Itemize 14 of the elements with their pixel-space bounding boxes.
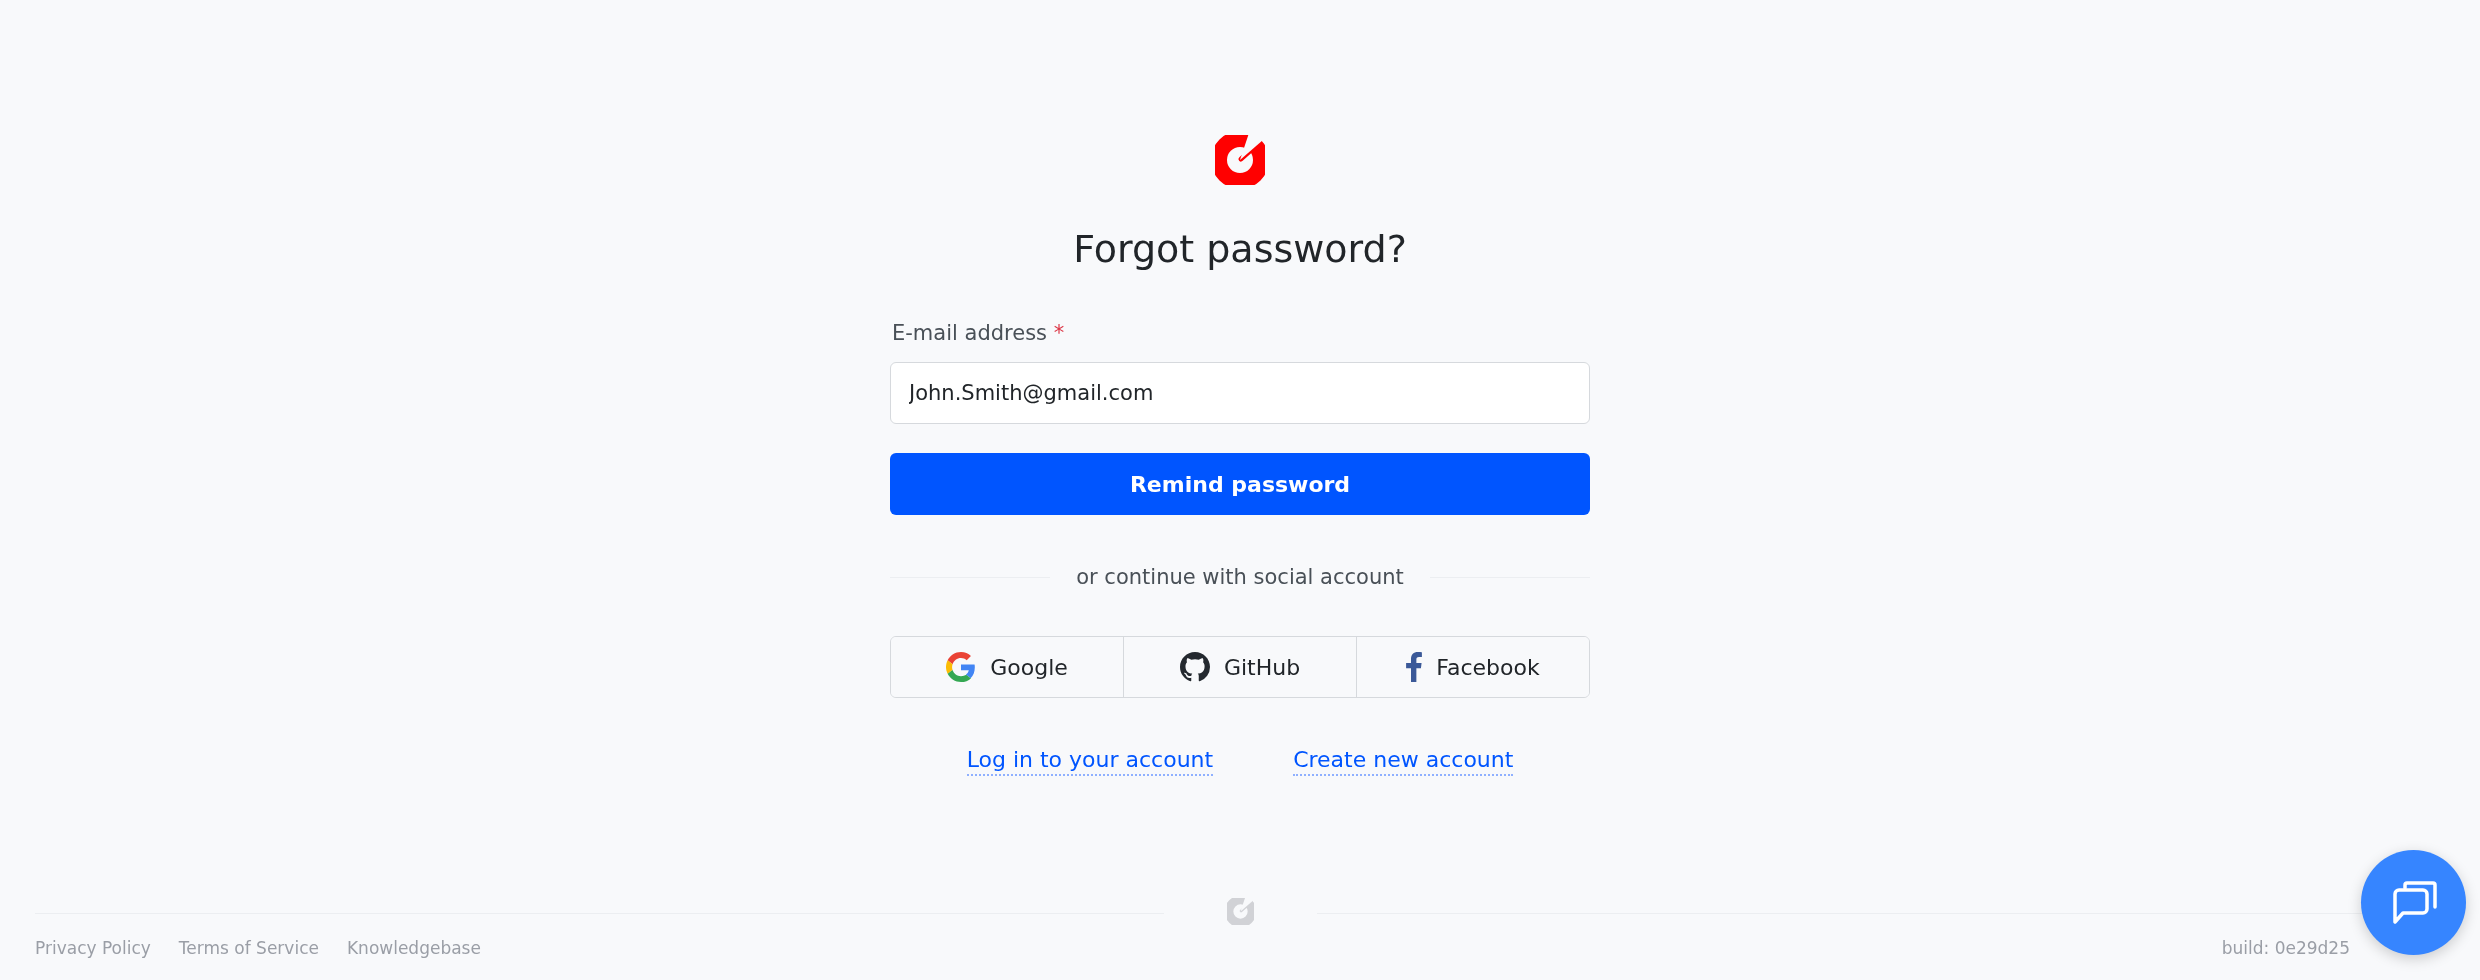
social-login-button[interactable]: Facebook xyxy=(1356,637,1589,697)
chat-icon xyxy=(2390,880,2437,925)
divider-text: or continue with social account xyxy=(1076,564,1404,591)
account-link[interactable]: Log in to your account xyxy=(966,746,1214,776)
facebook-icon xyxy=(1406,652,1423,682)
account-link[interactable]: Create new account xyxy=(1293,746,1514,776)
page-title: Forgot password? xyxy=(1072,226,1408,273)
github-icon xyxy=(1179,652,1210,682)
google-icon xyxy=(946,652,977,682)
required-mark: * xyxy=(1053,321,1065,345)
build-version: build: 0e29d25 xyxy=(2221,938,2350,958)
chat-button[interactable] xyxy=(2361,850,2466,955)
remind-password-button[interactable]: Remind password xyxy=(890,453,1590,515)
field-label: E-mail address * xyxy=(892,320,1066,346)
